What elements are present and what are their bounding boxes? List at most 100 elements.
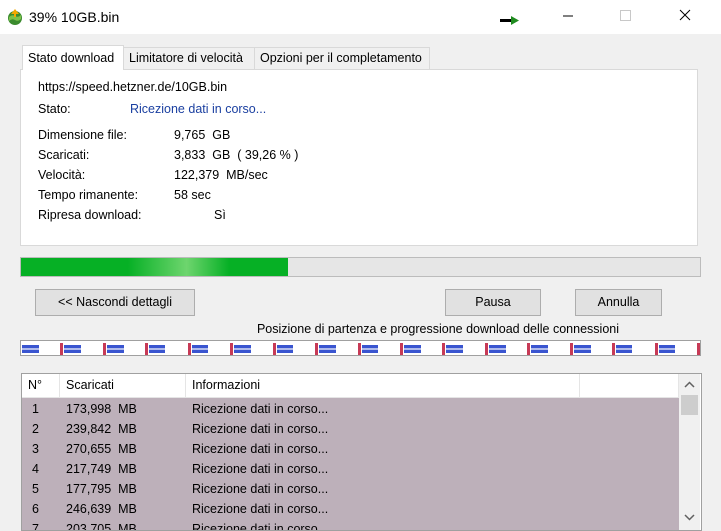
connection-start-marker — [697, 343, 700, 355]
connection-progress-dash — [234, 345, 252, 353]
time-left-label: Tempo rimanente: — [38, 188, 139, 202]
pause-button[interactable]: Pausa — [445, 289, 541, 316]
cell-info: Ricezione dati in corso... — [192, 482, 329, 496]
scroll-up-button[interactable] — [679, 376, 700, 394]
connection-progress-dash — [573, 345, 591, 353]
connection-progress-dash — [403, 345, 422, 353]
connection-progress-dash — [616, 345, 633, 353]
speed-label: Velocità: — [38, 168, 86, 182]
connection-progress-dash — [361, 345, 379, 353]
table-row[interactable]: 6 246,639 MB Ricezione dati in corso... — [22, 499, 679, 519]
connection-segment — [403, 342, 446, 355]
close-button[interactable] — [662, 0, 708, 32]
column-header-info[interactable]: Informazioni — [186, 374, 580, 397]
cancel-button[interactable]: Annulla — [575, 289, 662, 316]
cell-downloaded: 217,749 MB — [66, 462, 137, 476]
downloaded-label: Scaricati: — [38, 148, 90, 162]
title-bar: 39% 10GB.bin — [0, 0, 721, 34]
connection-progress-dash — [22, 345, 39, 353]
minimize-icon — [563, 15, 573, 17]
cell-info: Ricezione dati in corso... — [192, 402, 329, 416]
file-size-label: Dimensione file: — [38, 128, 127, 142]
connection-progress-dash — [531, 345, 548, 353]
connections-table: N° Scaricati Informazioni 1 173,998 MB R… — [21, 373, 702, 531]
connection-progress-dash — [658, 345, 676, 353]
cell-downloaded: 246,639 MB — [66, 502, 137, 516]
connection-progress-dash — [191, 345, 209, 353]
resume-label: Ripresa download: — [38, 208, 142, 222]
cell-number: 6 — [32, 502, 39, 516]
tab-download-status[interactable]: Stato download — [22, 45, 124, 70]
downloaded-value: 3,833 GB ( 39,26 % ) — [174, 148, 299, 162]
connection-segment — [191, 342, 234, 355]
cell-info: Ricezione dati in corso... — [192, 502, 329, 516]
maximize-icon — [620, 10, 631, 21]
download-details-panel: https://speed.hetzner.de/10GB.bin Stato:… — [20, 69, 698, 246]
maximize-button[interactable] — [602, 0, 648, 32]
download-arrow-icon — [498, 14, 522, 28]
cell-downloaded: 177,795 MB — [66, 482, 137, 496]
cell-number: 5 — [32, 482, 39, 496]
connection-segment — [530, 342, 573, 355]
connection-progress-dash — [446, 345, 463, 353]
connection-segment — [148, 342, 191, 355]
table-row[interactable]: 4 217,749 MB Ricezione dati in corso... — [22, 459, 679, 479]
connection-segment — [63, 342, 106, 355]
connection-progress-dash — [149, 345, 165, 353]
table-body: 1 173,998 MB Ricezione dati in corso... … — [22, 398, 679, 531]
tab-completion-options[interactable]: Opzioni per il completamento — [254, 47, 430, 69]
file-size-value: 9,765 GB — [174, 128, 231, 142]
column-header-downloaded[interactable]: Scaricati — [60, 374, 186, 397]
cell-number: 3 — [32, 442, 39, 456]
connection-progress-dash — [488, 345, 506, 353]
table-row[interactable]: 1 173,998 MB Ricezione dati in corso... — [22, 399, 679, 419]
window-title: 39% 10GB.bin — [29, 9, 120, 25]
cell-downloaded: 239,842 MB — [66, 422, 137, 436]
cell-info: Ricezione dati in corso... — [192, 422, 329, 436]
scroll-down-button[interactable] — [679, 508, 700, 526]
download-progress-bar — [20, 257, 701, 277]
connection-segment — [276, 342, 319, 355]
hide-details-button[interactable]: << Nascondi dettagli — [35, 289, 195, 316]
connection-segment — [488, 342, 531, 355]
chevron-down-icon — [684, 514, 695, 521]
tab-speed-limiter[interactable]: Limitatore di velocità — [123, 47, 255, 69]
cell-downloaded: 270,655 MB — [66, 442, 137, 456]
cell-number: 7 — [32, 522, 39, 531]
cell-info: Ricezione dati in corso... — [192, 442, 329, 456]
cell-number: 1 — [32, 402, 39, 416]
download-url: https://speed.hetzner.de/10GB.bin — [38, 80, 228, 94]
cell-downloaded: 203,705 MB — [66, 522, 137, 531]
connections-progress-bar — [20, 340, 701, 356]
connection-segment — [361, 342, 403, 355]
column-header-empty — [580, 374, 679, 397]
table-row[interactable]: 2 239,842 MB Ricezione dati in corso... — [22, 419, 679, 439]
table-header: N° Scaricati Informazioni — [22, 374, 679, 398]
cell-downloaded: 173,998 MB — [66, 402, 137, 416]
resume-value: Sì — [214, 208, 226, 222]
minimize-button[interactable] — [545, 0, 591, 32]
table-row[interactable]: 3 270,655 MB Ricezione dati in corso... — [22, 439, 679, 459]
scrollbar-thumb[interactable] — [681, 395, 698, 415]
connection-segment — [658, 342, 700, 355]
close-icon — [679, 9, 691, 21]
connections-caption: Posizione di partenza e progressione dow… — [256, 322, 619, 336]
table-row[interactable]: 7 203,705 MB Ricezione dati in corso... — [22, 519, 679, 531]
connection-segment — [233, 342, 276, 355]
status-value: Ricezione dati in corso... — [130, 102, 267, 116]
connection-progress-dash — [64, 345, 81, 353]
connection-segment — [21, 342, 64, 355]
connection-progress-dash — [276, 345, 293, 353]
connection-segment — [106, 342, 149, 355]
time-left-value: 58 sec — [174, 188, 211, 202]
progress-fill — [21, 258, 288, 276]
connection-progress-dash — [319, 345, 337, 353]
cell-number: 4 — [32, 462, 39, 476]
status-label: Stato: — [38, 102, 71, 116]
connection-segment — [573, 342, 616, 355]
vertical-scrollbar[interactable] — [679, 374, 700, 530]
column-header-number[interactable]: N° — [22, 374, 60, 397]
speed-value: 122,379 MB/sec — [174, 168, 268, 182]
table-row[interactable]: 5 177,795 MB Ricezione dati in corso... — [22, 479, 679, 499]
connection-segment — [445, 342, 488, 355]
